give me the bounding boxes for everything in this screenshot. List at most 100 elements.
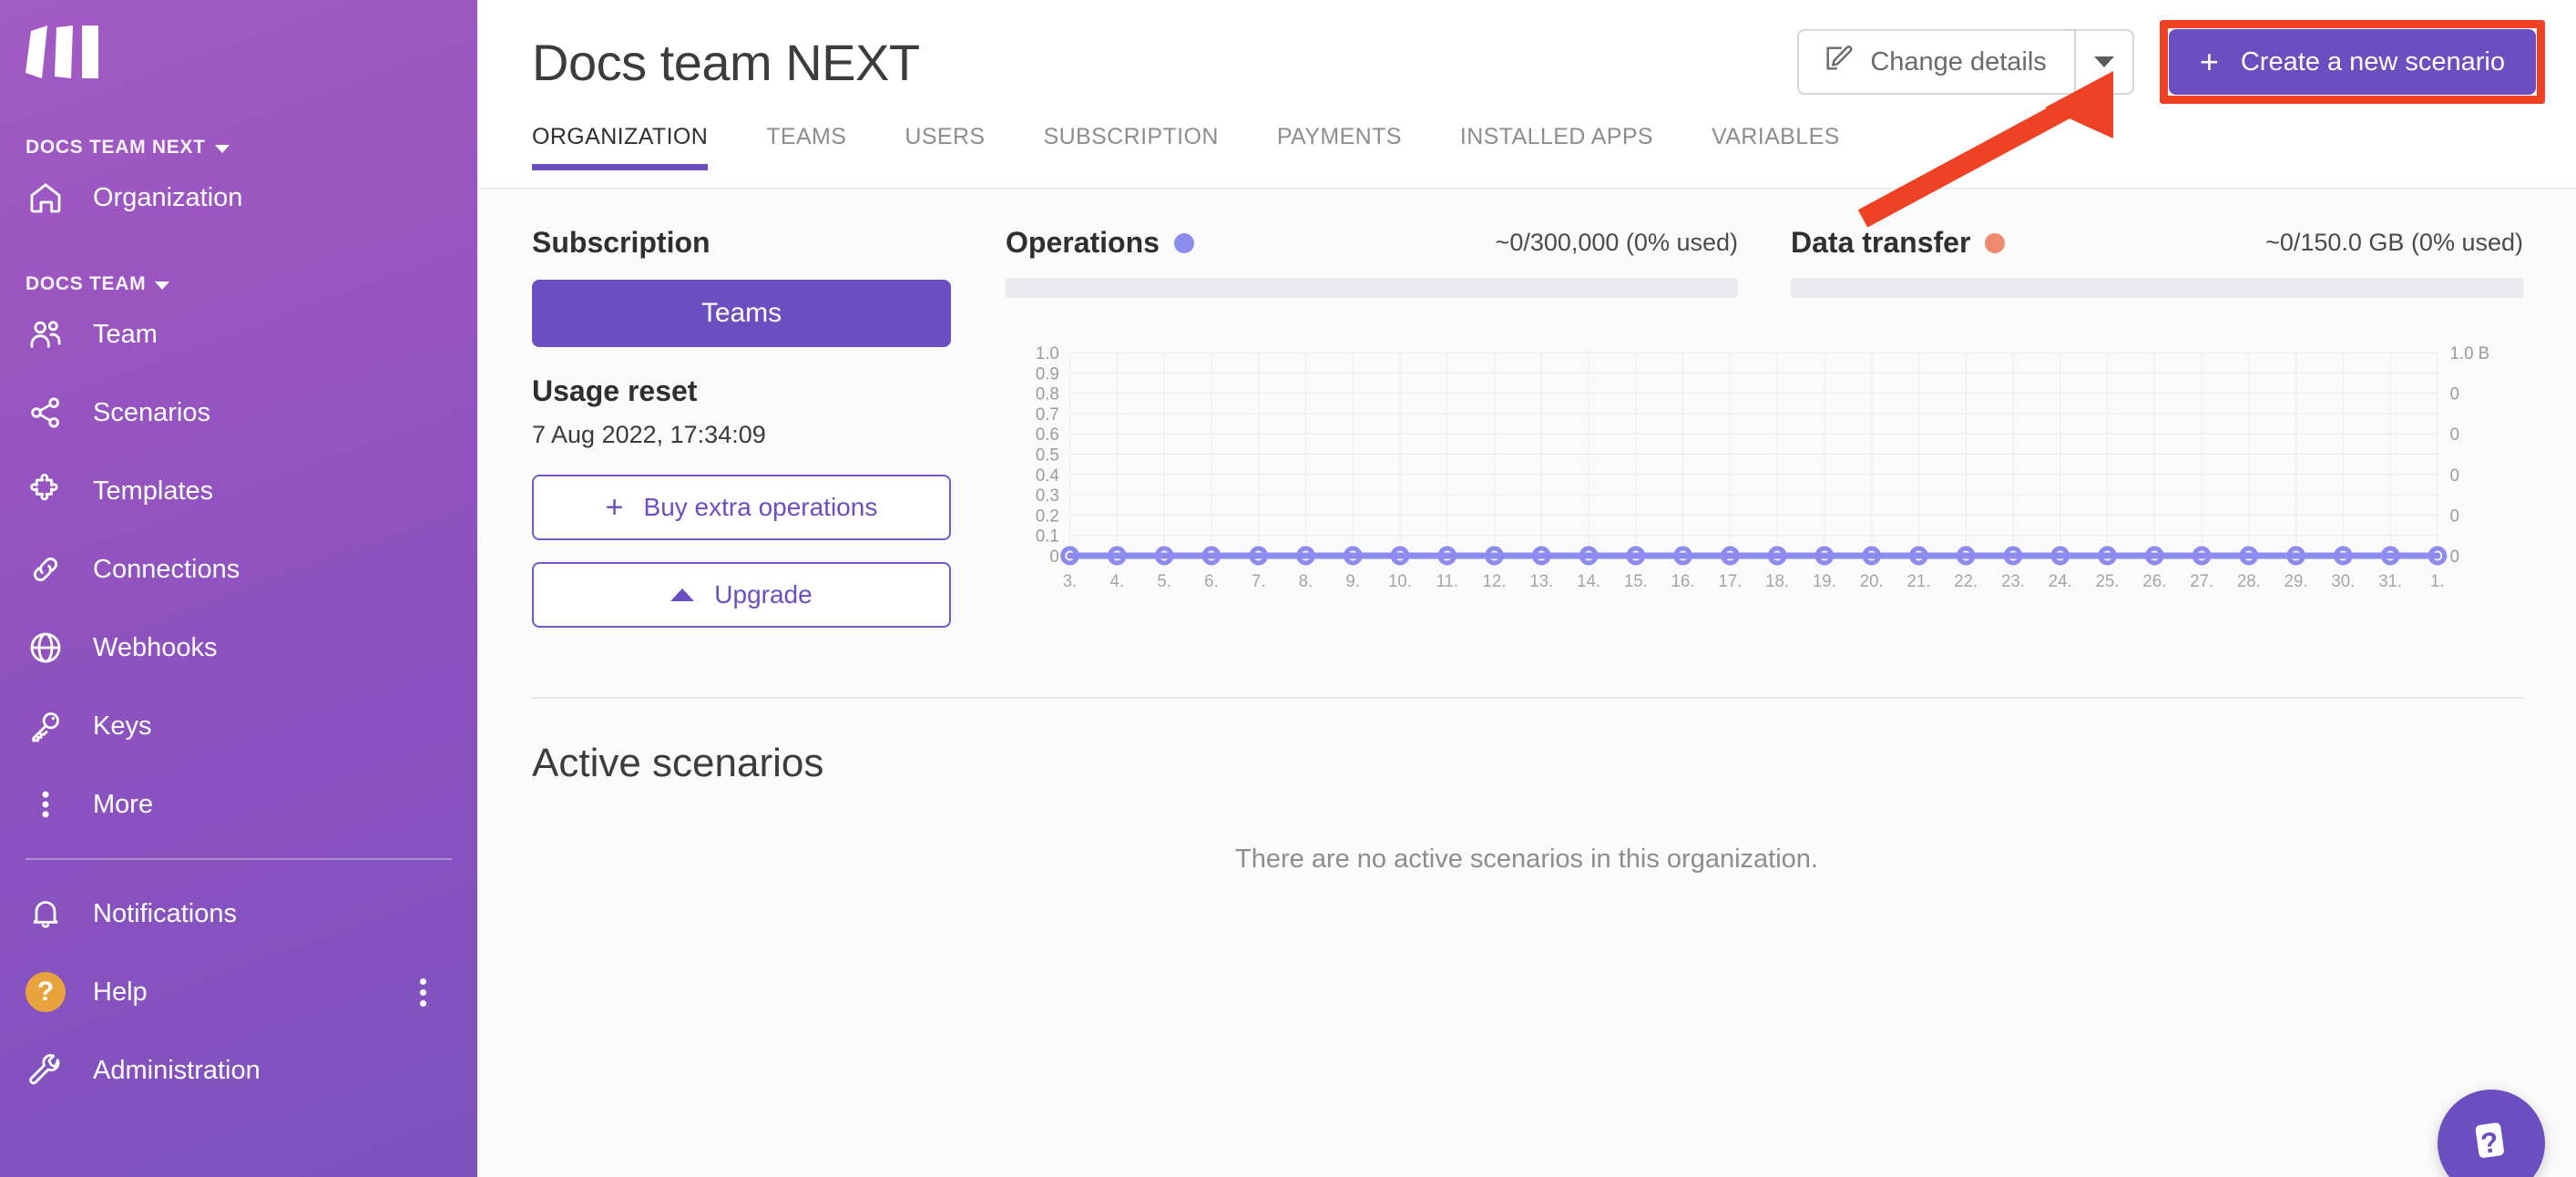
sidebar-item-scenarios[interactable]: Scenarios [0, 374, 477, 452]
buy-extra-operations-button[interactable]: + Buy extra operations [532, 475, 951, 540]
chart-left-tick: 0.8 [1036, 384, 1059, 403]
tab-bar: ORGANIZATION TEAMS USERS SUBSCRIPTION PA… [477, 124, 2576, 189]
chart-x-tick: 17. [1718, 571, 1742, 590]
chart-right-tick: 0 [2450, 547, 2459, 566]
sidebar-divider [26, 858, 452, 860]
sidebar-item-label: Organization [93, 182, 243, 212]
chart-x-tick: 29. [2285, 571, 2308, 590]
chart-left-tick: 0.7 [1036, 404, 1059, 424]
make-logo-icon [26, 26, 98, 78]
sidebar-item-label: Notifications [93, 898, 237, 928]
usage-panel: Operations ~0/300,000 (0% used) Data tra… [1006, 226, 2523, 603]
org-switcher-label: DOCS TEAM NEXT [26, 137, 206, 158]
tab-label: PAYMENTS [1276, 124, 1402, 149]
change-details-dropdown-button[interactable] [2073, 29, 2134, 95]
chart-x-tick: 12. [1483, 571, 1507, 590]
top-actions: Change details + Create a new scenario [1797, 20, 2545, 104]
data-transfer-title-group: Data transfer [1791, 226, 2006, 260]
make-logo[interactable] [0, 0, 477, 80]
vertical-dots-icon [26, 784, 66, 824]
upgrade-label: Upgrade [714, 580, 813, 609]
upgrade-button[interactable]: Upgrade [532, 562, 951, 628]
chart-x-tick: 30. [2331, 571, 2355, 590]
question-mark-icon: ? [2465, 1115, 2518, 1172]
sidebar-item-help[interactable]: ? Help [0, 953, 477, 1031]
sidebar-item-more[interactable]: More [0, 765, 477, 844]
sidebar-item-administration[interactable]: Administration [0, 1031, 477, 1110]
chart-left-tick: 0.1 [1036, 527, 1059, 546]
chart-x-tick: 25. [2096, 571, 2120, 590]
sidebar-item-label: Help [93, 977, 148, 1007]
sidebar-item-team[interactable]: Team [0, 295, 477, 374]
chart-x-tick: 23. [2001, 571, 2025, 590]
change-details-button[interactable]: Change details [1797, 29, 2074, 95]
chevron-down-icon [155, 281, 170, 290]
data-transfer-value: ~0/150.0 GB (0% used) [2265, 229, 2523, 256]
content-area: Subscription Teams Usage reset 7 Aug 202… [477, 189, 2576, 875]
chart-x-tick: 27. [2190, 571, 2213, 590]
sidebar-item-notifications[interactable]: Notifications [0, 875, 477, 953]
sidebar-item-label: Templates [93, 476, 214, 506]
create-new-scenario-label: Create a new scenario [2240, 46, 2505, 77]
subscription-panel: Subscription Teams Usage reset 7 Aug 202… [532, 226, 1006, 650]
help-overflow-icon[interactable] [420, 977, 426, 1007]
share-nodes-icon [26, 393, 66, 433]
create-new-scenario-button[interactable]: + Create a new scenario [2168, 29, 2536, 95]
sidebar-item-templates[interactable]: Templates [0, 452, 477, 530]
sidebar-item-organization[interactable]: Organization [0, 159, 477, 237]
active-scenarios-heading: Active scenarios [532, 741, 824, 785]
data-transfer-meter: Data transfer ~0/150.0 GB (0% used) [1791, 226, 2523, 298]
tab-teams[interactable]: TEAMS [766, 124, 846, 170]
change-details-split-button: Change details [1797, 29, 2134, 95]
operations-value: ~0/300,000 (0% used) [1495, 229, 1738, 256]
team-switcher[interactable]: DOCS TEAM [0, 273, 477, 295]
create-scenario-wrapper: + Create a new scenario [2159, 20, 2545, 104]
tab-label: USERS [905, 124, 986, 149]
chart-left-tick: 1.0 [1036, 343, 1059, 363]
sidebar-item-webhooks[interactable]: Webhooks [0, 609, 477, 687]
data-transfer-progress-bar [1791, 278, 2523, 298]
chevron-up-icon [670, 588, 695, 601]
plus-icon: + [605, 490, 624, 525]
link-icon [26, 549, 66, 589]
chart-x-tick: 10. [1388, 571, 1412, 590]
help-fab-button[interactable]: ? [2438, 1090, 2545, 1177]
chart-right-tick: 0 [2450, 506, 2459, 525]
operations-meter: Operations ~0/300,000 (0% used) [1006, 226, 1738, 298]
page-title: Docs team NEXT [532, 33, 920, 91]
chart-x-tick: 11. [1436, 571, 1457, 590]
tab-users[interactable]: USERS [905, 124, 985, 170]
sidebar-item-label: Webhooks [93, 632, 218, 662]
chart-x-tick: 15. [1624, 571, 1648, 590]
globe-icon [26, 628, 66, 668]
tab-payments[interactable]: PAYMENTS [1277, 124, 1402, 170]
data-transfer-title: Data transfer [1791, 226, 1971, 259]
tab-variables[interactable]: VARIABLES [1712, 124, 1840, 170]
sidebar-item-connections[interactable]: Connections [0, 530, 477, 609]
tab-label: VARIABLES [1712, 124, 1840, 149]
subscription-heading: Subscription [532, 226, 710, 259]
tab-installed-apps[interactable]: INSTALLED APPS [1460, 124, 1653, 170]
org-switcher[interactable]: DOCS TEAM NEXT [0, 137, 477, 159]
sidebar: DOCS TEAM NEXT Organization DOCS TEAM Te… [0, 0, 477, 1177]
tab-organization[interactable]: ORGANIZATION [532, 124, 709, 170]
chart-right-tick: 0 [2450, 425, 2459, 444]
operations-title-group: Operations [1006, 226, 1194, 260]
chart-left-tick: 0.9 [1036, 363, 1059, 383]
chart-x-tick: 22. [1954, 571, 1978, 590]
chart-x-tick: 14. [1577, 571, 1600, 590]
tab-subscription[interactable]: SUBSCRIPTION [1044, 124, 1219, 170]
chart-x-tick: 1. [2430, 571, 2445, 590]
sidebar-item-keys[interactable]: Keys [0, 687, 477, 765]
app-root: DOCS TEAM NEXT Organization DOCS TEAM Te… [0, 0, 2576, 1177]
chart-x-tick: 13. [1529, 571, 1553, 590]
chart-left-tick: 0.3 [1036, 486, 1059, 505]
chart-x-tick: 18. [1765, 571, 1789, 590]
subscription-plan-badge[interactable]: Teams [532, 280, 951, 347]
chart-x-tick: 8. [1299, 571, 1314, 590]
data-transfer-color-dot [1985, 232, 2006, 253]
chart-x-tick: 4. [1110, 571, 1125, 590]
tab-label: ORGANIZATION [532, 124, 709, 149]
sidebar-item-label: Connections [93, 554, 240, 584]
sidebar-item-label: Keys [93, 711, 152, 741]
